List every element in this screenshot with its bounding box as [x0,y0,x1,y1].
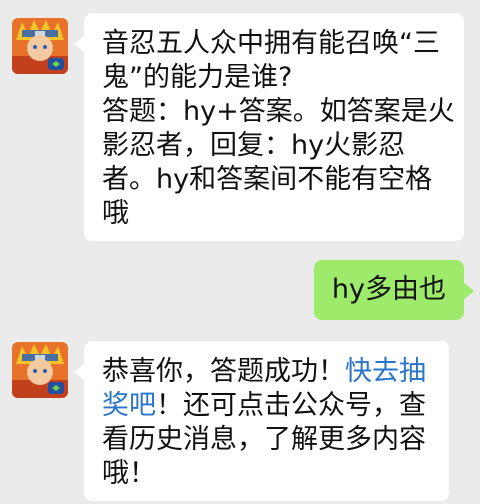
incoming-message-bubble[interactable]: 音忍五人众中拥有能召唤“三 鬼”的能力是谁? 答题：hy+答案。如答案是火 影忍… [74,13,464,241]
message-text: ！还可点击公众号，查 [156,390,426,421]
message-text-line: 哦！ [102,458,156,489]
message-text: hy多由也 [331,274,446,305]
incoming-message-bubble[interactable]: 恭喜你，答题成功！快去抽 奖吧！还可点击公众号，查 看历史消息，了解更多内容 哦… [74,341,449,501]
bot-avatar[interactable] [12,18,68,74]
naruto-avatar-icon [12,342,68,398]
lottery-link[interactable]: 奖吧 [102,390,156,421]
message-text-line: 者。hy和答案间不能有空格 [102,164,433,195]
chat-screen: { "colors": { "background": "#ebebeb", "… [0,0,480,504]
naruto-avatar-icon [12,18,68,74]
lottery-link[interactable]: 快去抽 [345,356,426,387]
message-text-line: 鬼”的能力是谁? [102,62,293,93]
message-text-line: 看历史消息，了解更多内容 [102,424,426,455]
message-text-line: 哦 [102,198,129,229]
message-text-line: 答题：hy+答案。如答案是火 [102,96,455,127]
message-text: 恭喜你，答题成功！ [102,356,345,387]
message-text-line: 恭喜你，答题成功！快去抽 [102,355,433,389]
message-text-line: 影忍者，回复：hy火影忍 [102,130,406,161]
outgoing-message-bubble[interactable]: hy多由也 [313,260,475,320]
message-text-line: 奖吧！还可点击公众号，查 [102,389,433,423]
message-text-line: 音忍五人众中拥有能召唤“三 [102,28,440,59]
bot-avatar[interactable] [12,342,68,398]
